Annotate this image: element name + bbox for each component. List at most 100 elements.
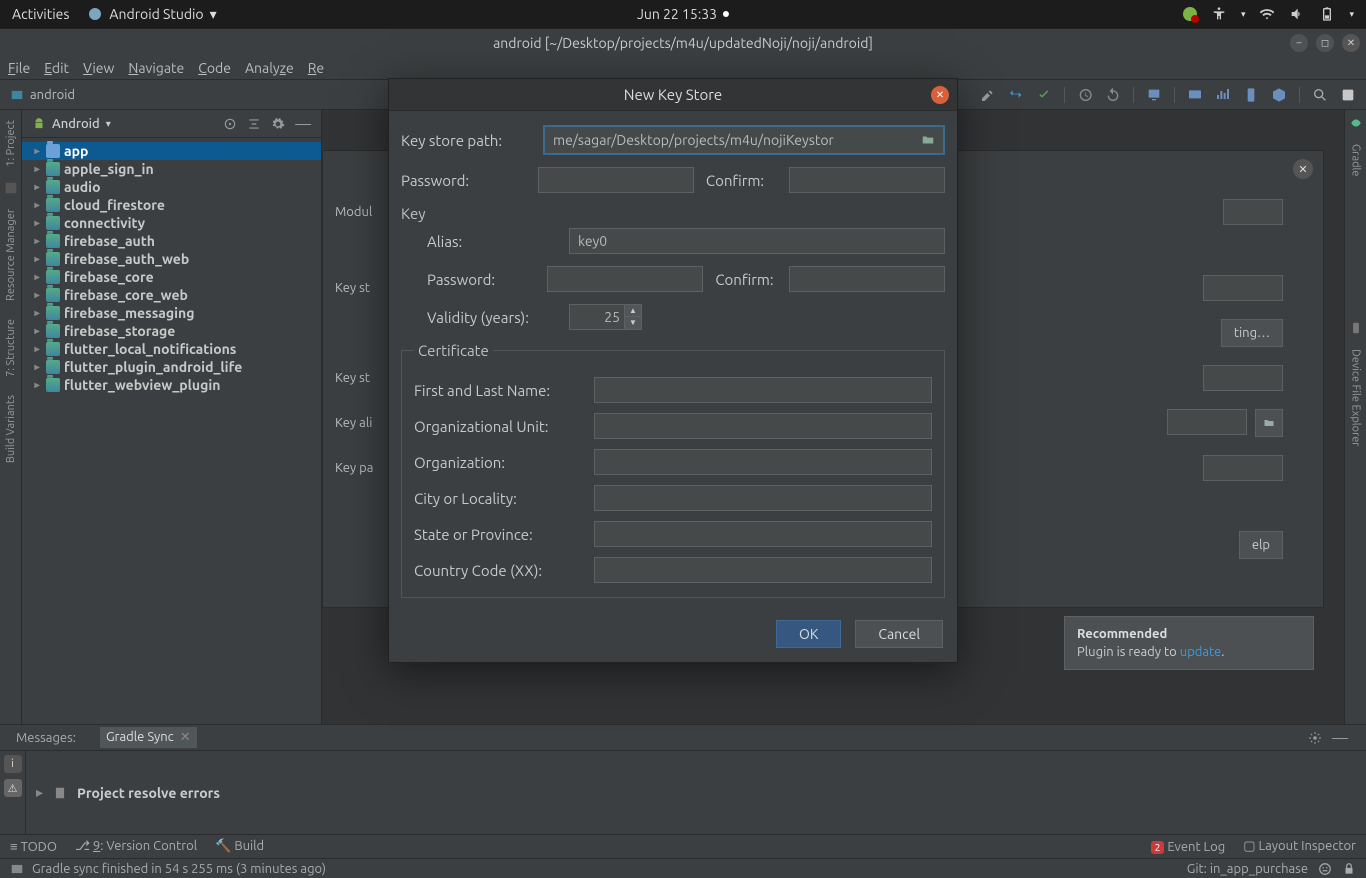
key-password-field[interactable] [1203, 455, 1283, 481]
cert-input-4[interactable] [594, 521, 932, 547]
activities-button[interactable]: Activities [12, 6, 69, 22]
gear-icon[interactable] [271, 117, 285, 131]
app-menu[interactable]: Android Studio ▾ [87, 6, 216, 23]
help-button[interactable]: elp [1239, 531, 1283, 559]
tool-todo[interactable]: ≡ TODO [10, 839, 57, 854]
tool-event-log[interactable]: 2 Event Log [1151, 840, 1225, 854]
expand-icon[interactable]: ▸ [32, 253, 42, 265]
tree-item-app[interactable]: ▸app [22, 142, 321, 160]
avatar-icon[interactable] [1340, 87, 1356, 103]
expand-icon[interactable]: ▸ [32, 235, 42, 247]
cert-input-1[interactable] [594, 413, 932, 439]
choose-existing-button[interactable]: ting… [1221, 319, 1283, 347]
gear-icon[interactable] [1308, 731, 1322, 745]
breadcrumb[interactable]: android [30, 88, 75, 102]
tool-gradle[interactable]: Gradle [1350, 140, 1362, 181]
tool-structure[interactable]: 7: Structure [5, 315, 17, 381]
cancel-button[interactable]: Cancel [855, 620, 943, 648]
tree-item-flutter_webview_plugin[interactable]: ▸flutter_webview_plugin [22, 376, 321, 394]
tree-item-connectivity[interactable]: ▸connectivity [22, 214, 321, 232]
volume-icon[interactable] [1289, 6, 1305, 22]
alias-input[interactable] [569, 228, 945, 254]
hide-panel-icon[interactable]: — [1332, 729, 1348, 747]
target-icon[interactable] [223, 117, 237, 131]
ok-button[interactable]: OK [776, 620, 841, 648]
update-link[interactable]: update [1180, 645, 1222, 659]
browse-path-button[interactable] [913, 127, 943, 153]
cert-input-2[interactable] [594, 449, 932, 475]
tree-item-firebase_core[interactable]: ▸firebase_core [22, 268, 321, 286]
tree-item-flutter_plugin_android_life[interactable]: ▸flutter_plugin_android_life [22, 358, 321, 376]
expand-icon[interactable]: ▸ [32, 289, 42, 301]
cert-input-0[interactable] [594, 377, 932, 403]
menu-code[interactable]: Code [198, 60, 231, 76]
browse-alias-button[interactable] [1255, 409, 1283, 437]
tool-build-variants[interactable]: Build Variants [5, 391, 17, 467]
validity-input[interactable] [569, 304, 625, 330]
profiler-icon[interactable] [1215, 87, 1231, 103]
close-tab-icon[interactable]: ✕ [180, 730, 191, 744]
tree-item-firebase_auth_web[interactable]: ▸firebase_auth_web [22, 250, 321, 268]
battery-icon[interactable] [1319, 6, 1335, 22]
tree-item-firebase_core_web[interactable]: ▸firebase_core_web [22, 286, 321, 304]
expand-icon[interactable]: ▸ [36, 784, 43, 801]
keystore-path-input[interactable] [545, 127, 913, 153]
expand-icon[interactable]: ▸ [32, 217, 42, 229]
expand-icon[interactable]: ▸ [32, 181, 42, 193]
menu-file[interactable]: File [8, 60, 30, 76]
cert-input-3[interactable] [594, 485, 932, 511]
spin-up-button[interactable]: ▲ [625, 305, 641, 317]
accessibility-icon[interactable] [1211, 6, 1227, 22]
module-select[interactable] [1223, 199, 1283, 225]
device-icon[interactable] [1243, 87, 1259, 103]
menu-analyze[interactable]: Analyze [245, 60, 294, 76]
face-icon[interactable] [1318, 862, 1332, 876]
tool-project[interactable]: 1: Project [5, 116, 17, 171]
tool-resource-manager[interactable]: Resource Manager [5, 205, 17, 305]
history-icon[interactable] [1077, 87, 1093, 103]
dialog-close-button[interactable]: ✕ [931, 86, 949, 104]
expand-icon[interactable]: ▸ [32, 145, 42, 157]
ks-password-input[interactable] [538, 167, 694, 193]
tool-layout-inspector[interactable]: ▢ Layout Inspector [1243, 839, 1356, 854]
tree-item-audio[interactable]: ▸audio [22, 178, 321, 196]
maximize-button[interactable]: ◻ [1316, 34, 1334, 52]
tree-item-cloud_firestore[interactable]: ▸cloud_firestore [22, 196, 321, 214]
menu-refactor[interactable]: Re [308, 60, 324, 76]
statusbar-icon[interactable] [10, 862, 24, 876]
error-line[interactable]: Project resolve errors [77, 785, 220, 801]
info-badge-icon[interactable]: i [4, 755, 22, 773]
gradle-icon[interactable] [1349, 116, 1363, 130]
sync-icon[interactable] [1008, 87, 1024, 103]
minimize-button[interactable]: – [1290, 34, 1308, 52]
clock[interactable]: Jun 22 15:33 [637, 6, 717, 22]
expand-icon[interactable]: ▸ [32, 271, 42, 283]
wifi-icon[interactable] [1259, 6, 1275, 22]
tool-device-file-explorer[interactable]: Device File Explorer [1350, 345, 1362, 450]
validity-spinner[interactable]: ▲▼ [569, 304, 642, 330]
ks-confirm-input[interactable] [789, 167, 945, 193]
expand-icon[interactable]: ▸ [32, 325, 42, 337]
tree-item-firebase_storage[interactable]: ▸firebase_storage [22, 322, 321, 340]
cert-input-5[interactable] [594, 557, 932, 583]
key-password-input[interactable] [547, 266, 703, 292]
project-tree[interactable]: ▸app▸apple_sign_in▸audio▸cloud_firestore… [22, 138, 321, 724]
tab-gradle-sync[interactable]: Gradle Sync✕ [100, 727, 197, 748]
lock-icon[interactable] [1342, 862, 1356, 876]
avd-manager-icon[interactable] [1146, 87, 1162, 103]
collapse-icon[interactable] [247, 117, 261, 131]
search-icon[interactable] [1312, 87, 1328, 103]
expand-icon[interactable]: ▸ [32, 361, 42, 373]
menu-navigate[interactable]: Navigate [128, 60, 184, 76]
status-indicator-icon[interactable] [1183, 7, 1197, 21]
git-branch[interactable]: Git: in_app_purchase [1187, 862, 1308, 876]
hide-panel-icon[interactable]: — [295, 115, 311, 133]
key-alias-field[interactable] [1167, 409, 1247, 435]
expand-icon[interactable]: ▸ [32, 199, 42, 211]
keystore-path-field[interactable] [1203, 275, 1283, 301]
close-button[interactable]: ✕ [1342, 34, 1360, 52]
build-icon[interactable] [980, 87, 996, 103]
expand-icon[interactable]: ▸ [32, 343, 42, 355]
key-confirm-input[interactable] [789, 266, 945, 292]
tree-item-firebase_messaging[interactable]: ▸firebase_messaging [22, 304, 321, 322]
